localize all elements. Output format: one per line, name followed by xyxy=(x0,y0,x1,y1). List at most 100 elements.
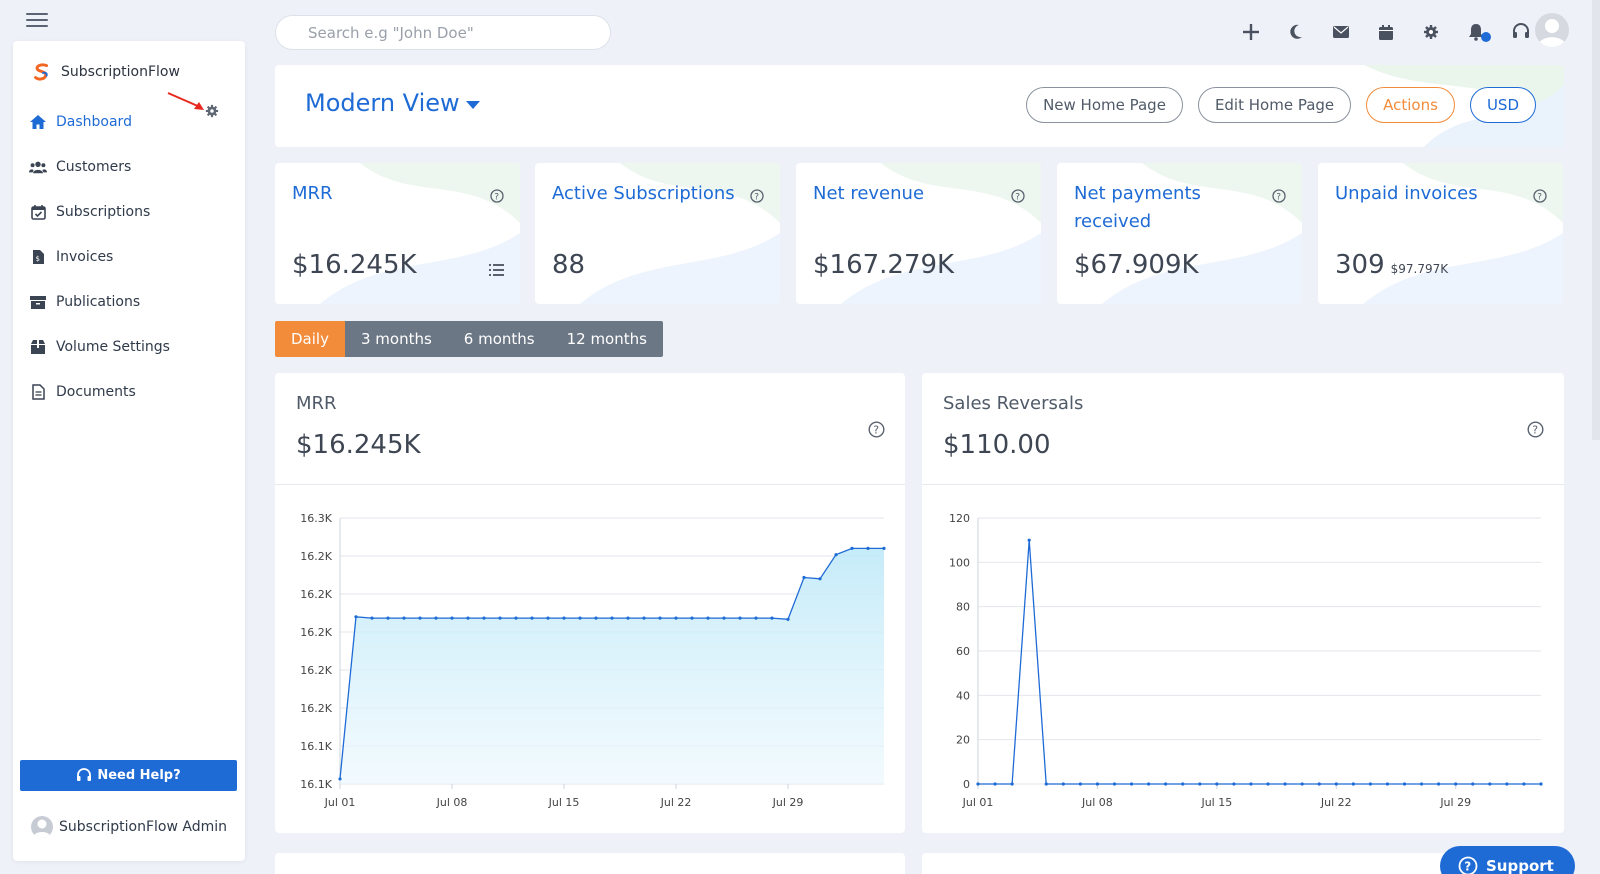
headset-icon xyxy=(77,767,92,781)
moon-icon[interactable] xyxy=(1273,20,1318,44)
help-icon[interactable]: ? xyxy=(750,189,764,203)
sidebar-item-publications[interactable]: Publications xyxy=(13,279,245,324)
new-home-page-button[interactable]: New Home Page xyxy=(1026,87,1183,123)
data-point xyxy=(1283,782,1287,786)
data-point xyxy=(1522,782,1526,786)
x-tick-label: Jul 01 xyxy=(962,796,994,809)
stat-title: MRR xyxy=(292,183,333,204)
sidebar-item-customers[interactable]: Customers xyxy=(13,144,245,189)
y-tick-label: 20 xyxy=(956,734,970,747)
data-point xyxy=(610,616,614,620)
sidebar-item-label: Publications xyxy=(56,293,141,310)
x-tick-label: Jul 22 xyxy=(1320,796,1352,809)
svg-text:?: ? xyxy=(1532,424,1538,437)
search-input[interactable] xyxy=(275,15,611,50)
data-point xyxy=(1419,782,1424,786)
user-avatar[interactable] xyxy=(1535,13,1569,47)
data-point xyxy=(1334,782,1338,786)
stat-card-active-subscriptions[interactable]: Active Subscriptions ? 88 xyxy=(535,163,780,304)
stat-value-main: 309 xyxy=(1335,250,1385,280)
data-point xyxy=(594,616,598,620)
data-point xyxy=(1300,782,1304,786)
hamburger-menu-icon[interactable] xyxy=(26,13,48,29)
stat-card-unpaid-invoices[interactable]: Unpaid invoices ? 309 $97.797K xyxy=(1318,163,1563,304)
sidebar-item-dashboard[interactable]: Dashboard xyxy=(13,99,245,144)
data-point xyxy=(354,615,358,619)
data-point xyxy=(1061,782,1065,786)
stat-value-sub: $97.797K xyxy=(1390,262,1449,276)
data-point xyxy=(546,616,550,620)
data-point xyxy=(786,617,790,621)
tab-3-months[interactable]: 3 months xyxy=(344,321,448,357)
data-point xyxy=(402,616,406,620)
gear-icon[interactable] xyxy=(1408,20,1453,44)
chart-value: $16.245K xyxy=(296,430,421,460)
bell-icon[interactable] xyxy=(1453,20,1498,44)
tab-12-months[interactable]: 12 months xyxy=(550,321,663,357)
support-label: Support xyxy=(1486,857,1554,874)
data-point xyxy=(1181,782,1185,786)
currency-button[interactable]: USD xyxy=(1469,87,1536,123)
data-point xyxy=(626,616,630,620)
data-point xyxy=(642,616,646,620)
document-icon xyxy=(29,383,47,401)
data-point xyxy=(802,575,806,580)
help-icon[interactable]: ? xyxy=(1533,189,1547,203)
subscriptionflow-logo-icon xyxy=(34,63,49,81)
brand[interactable]: SubscriptionFlow xyxy=(31,61,180,83)
y-tick-label: 16.2K xyxy=(300,664,332,677)
data-point xyxy=(514,616,518,620)
data-point xyxy=(1402,782,1407,786)
notification-dot xyxy=(1481,32,1491,42)
view-selector[interactable]: Modern View xyxy=(305,89,480,117)
sidebar-item-invoices[interactable]: $ Invoices xyxy=(13,234,245,279)
sidebar-item-label: Volume Settings xyxy=(56,338,170,355)
y-tick-label: 16.2K xyxy=(300,588,332,601)
help-icon[interactable]: ? xyxy=(1272,189,1286,203)
sidebar-item-documents[interactable]: Documents xyxy=(13,369,245,414)
y-tick-label: 100 xyxy=(949,556,970,569)
list-icon[interactable] xyxy=(489,264,504,276)
tab-6-months[interactable]: 6 months xyxy=(447,321,551,357)
archive-icon xyxy=(29,293,47,311)
help-icon[interactable]: ? xyxy=(490,189,504,203)
brand-name: SubscriptionFlow xyxy=(61,64,180,80)
edit-home-page-button[interactable]: Edit Home Page xyxy=(1197,87,1352,123)
data-point xyxy=(1454,782,1458,786)
data-point xyxy=(834,553,838,557)
data-point xyxy=(1505,782,1509,786)
scrollbar[interactable] xyxy=(1592,0,1600,440)
y-tick-label: 16.3K xyxy=(300,512,332,525)
period-tabs: Daily 3 months 6 months 12 months xyxy=(275,321,663,357)
stat-card-net-payments[interactable]: Net payments received ? $67.909K xyxy=(1057,163,1302,304)
top-icon-bar xyxy=(1228,20,1543,44)
sidebar-item-subscriptions[interactable]: Subscriptions xyxy=(13,189,245,234)
svg-text:?: ? xyxy=(873,424,879,437)
calendar-icon[interactable] xyxy=(1363,20,1408,44)
admin-name: SubscriptionFlow Admin xyxy=(59,819,228,835)
data-point xyxy=(1078,782,1082,786)
sidebar-item-volume-settings[interactable]: Volume Settings xyxy=(13,324,245,369)
help-icon[interactable]: ? xyxy=(1011,189,1025,203)
data-point xyxy=(338,777,342,781)
data-point xyxy=(850,546,854,550)
stat-card-net-revenue[interactable]: Net revenue ? $167.279K xyxy=(796,163,1041,304)
tab-daily[interactable]: Daily xyxy=(275,321,345,357)
data-point xyxy=(1112,782,1117,786)
help-icon[interactable]: ? xyxy=(1527,421,1544,438)
plus-icon[interactable] xyxy=(1228,20,1273,44)
y-tick-label: 40 xyxy=(956,689,970,702)
help-icon[interactable]: ? xyxy=(868,421,885,438)
data-point xyxy=(1198,782,1202,786)
stat-card-mrr[interactable]: MRR ? $16.245K xyxy=(275,163,520,304)
y-tick-label: 0 xyxy=(963,778,970,791)
admin-user[interactable]: SubscriptionFlow Admin xyxy=(31,816,227,838)
x-tick-label: Jul 15 xyxy=(1200,796,1232,809)
data-point xyxy=(1437,782,1441,786)
data-point xyxy=(1215,782,1219,786)
mail-icon[interactable] xyxy=(1318,20,1363,44)
actions-button[interactable]: Actions xyxy=(1366,87,1455,123)
need-help-button[interactable]: Need Help? xyxy=(20,760,237,791)
sales-reversals-chart: 120 100 80 60 40 20 0 Jul 01 Jul 08 Jul 15 Jul 22 J… xyxy=(949,512,1543,809)
support-button[interactable]: ? Support xyxy=(1440,846,1575,874)
